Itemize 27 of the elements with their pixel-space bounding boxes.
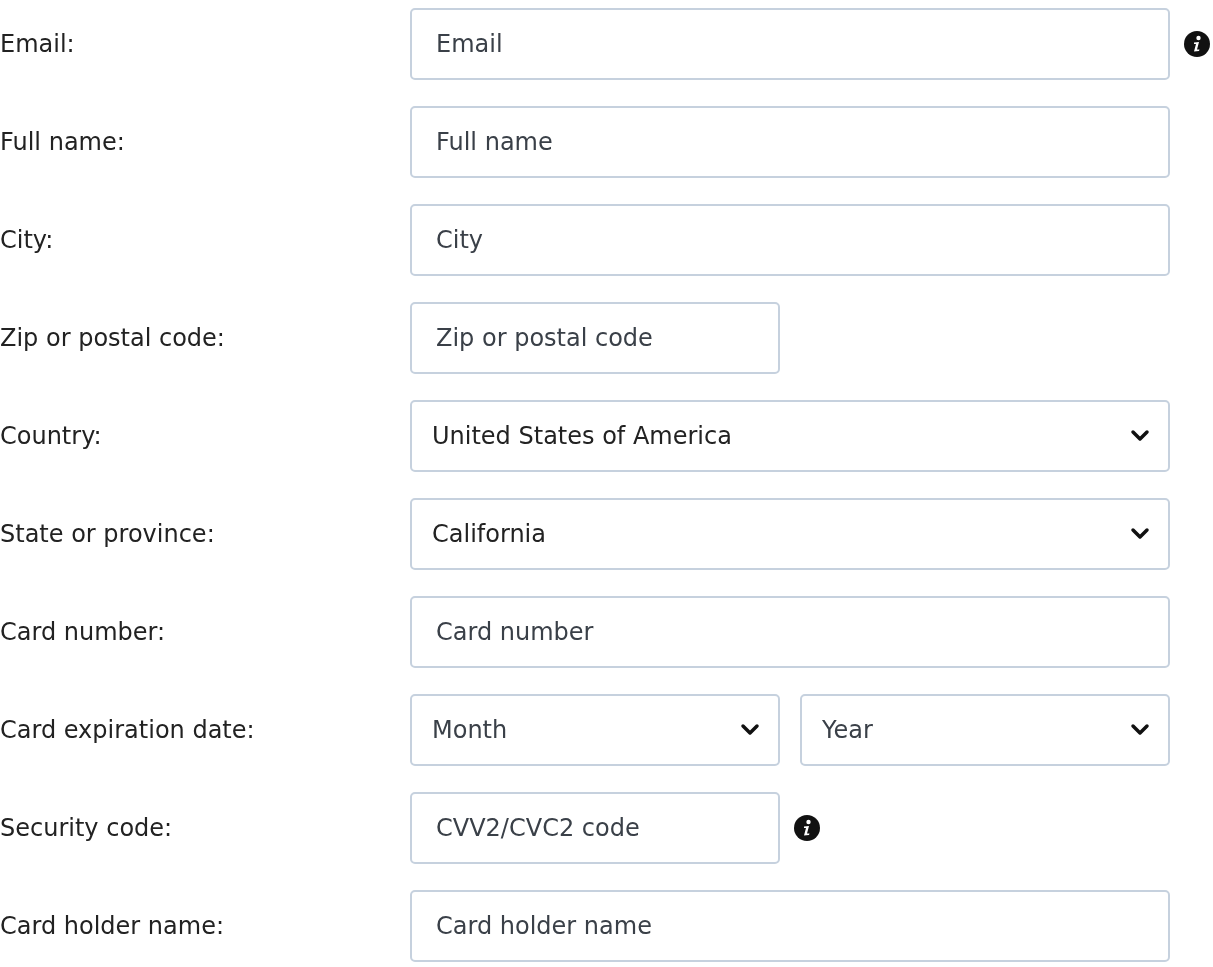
field-label: Card holder name: (0, 911, 225, 942)
field-label: Country: (0, 421, 103, 452)
dropdown[interactable]: United States of America (410, 400, 1170, 472)
dropdown[interactable]: Year (800, 694, 1170, 766)
field-label: Card expiration date: (0, 715, 256, 746)
field-label: City: (0, 225, 55, 256)
input-field[interactable]: Email (410, 8, 1170, 80)
dropdown[interactable]: California (410, 498, 1170, 570)
field-label: Security code: (0, 813, 174, 844)
field-label: State or province: (0, 519, 216, 550)
info-icon[interactable] (1184, 31, 1210, 57)
input-field[interactable]: Full name (410, 106, 1170, 178)
field-label: Card number: (0, 617, 167, 648)
field-label: Email: (0, 29, 76, 60)
input-field[interactable]: CVV2/CVC2 code (410, 792, 780, 864)
chevron-down-icon (1130, 723, 1150, 737)
chevron-down-icon (1130, 429, 1150, 443)
field-label: Full name: (0, 127, 126, 158)
input-field[interactable]: Card number (410, 596, 1170, 668)
input-field[interactable]: Card holder name (410, 890, 1170, 962)
input-field[interactable]: City (410, 204, 1170, 276)
field-label: Zip or postal code: (0, 323, 226, 354)
input-field[interactable]: Zip or postal code (410, 302, 780, 374)
chevron-down-icon (740, 723, 760, 737)
info-icon[interactable] (794, 815, 820, 841)
chevron-down-icon (1130, 527, 1150, 541)
dropdown[interactable]: Month (410, 694, 780, 766)
